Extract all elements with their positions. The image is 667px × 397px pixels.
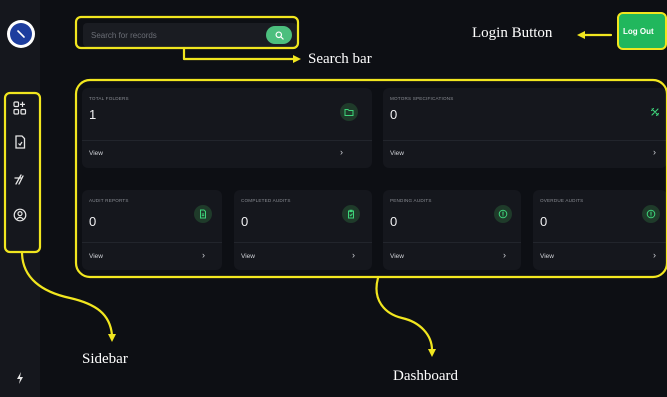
card-completed-audits: COMPLETED AUDITS 0 View › (234, 190, 372, 270)
card-value: 0 (390, 107, 398, 122)
clipboard-check-icon (342, 205, 360, 223)
card-value: 0 (241, 214, 249, 229)
card-view-link[interactable]: View (390, 253, 404, 260)
chevron-right-icon[interactable]: › (352, 250, 355, 260)
annotation-login-button: Login Button (472, 25, 553, 41)
card-label: COMPLETED AUDITS (241, 198, 291, 203)
sidebar-item-profile[interactable] (12, 207, 28, 223)
chevron-right-icon[interactable]: › (653, 147, 656, 157)
compass-icon (10, 23, 32, 45)
card-value: 0 (390, 214, 398, 229)
card-total-folders: TOTAL FOLDERS 1 View › (82, 88, 372, 168)
sidebar (0, 0, 40, 397)
search-bar (83, 23, 297, 47)
annotation-search-bar: Search bar (308, 51, 372, 67)
logout-label: Log Out (623, 26, 654, 36)
search-icon (274, 30, 284, 40)
card-label: OVERDUE AUDITS (540, 198, 584, 203)
search-button[interactable] (266, 26, 292, 44)
app-logo[interactable] (7, 20, 35, 48)
card-view-link[interactable]: View (390, 150, 404, 157)
folder-icon (340, 103, 358, 121)
dashboard-arrow-head (428, 349, 436, 357)
card-overdue-audits: OVERDUE AUDITS 0 View › (533, 190, 667, 270)
chevron-right-icon[interactable]: › (653, 250, 656, 260)
dashboard-grid-icon (13, 101, 27, 115)
card-view-link[interactable]: View (540, 253, 554, 260)
logout-button[interactable]: Log Out (617, 12, 667, 50)
card-label: MOTORS SPECIFICATIONS (390, 96, 454, 101)
card-value: 1 (89, 107, 97, 122)
card-label: AUDIT REPORTS (89, 198, 129, 203)
login-arrow-head (577, 31, 585, 39)
dashboard-arrow-line (375, 276, 434, 352)
alert-circle-icon (642, 205, 660, 223)
card-value: 0 (89, 214, 97, 229)
card-label: PENDING AUDITS (390, 198, 432, 203)
tools-icon (646, 103, 664, 121)
card-view-link[interactable]: View (241, 253, 255, 260)
sidebar-arrow-head (108, 334, 116, 342)
card-view-link[interactable]: View (89, 150, 103, 157)
annotation-sidebar: Sidebar (82, 351, 128, 367)
card-view-link[interactable]: View (89, 253, 103, 260)
sidebar-item-dashboard[interactable] (12, 100, 28, 116)
document-icon (194, 205, 212, 223)
card-label: TOTAL FOLDERS (89, 96, 129, 101)
search-arrow-line (182, 46, 296, 61)
annotation-dashboard: Dashboard (393, 368, 458, 384)
chevron-right-icon[interactable]: › (202, 250, 205, 260)
chevron-right-icon[interactable]: › (503, 250, 506, 260)
sidebar-item-tools[interactable] (12, 171, 28, 187)
user-circle-icon (13, 208, 27, 222)
sidebar-item-reports[interactable] (12, 134, 28, 150)
search-input[interactable] (91, 27, 251, 43)
chevron-right-icon[interactable]: › (340, 147, 343, 157)
tools-icon (14, 174, 24, 185)
sidebar-item-bolt[interactable] (12, 370, 28, 386)
card-value: 0 (540, 214, 548, 229)
alert-circle-icon (494, 205, 512, 223)
card-audit-reports: AUDIT REPORTS 0 View › (82, 190, 222, 270)
card-pending-audits: PENDING AUDITS 0 View › (383, 190, 521, 270)
file-icon (15, 135, 26, 149)
card-motors-specifications: MOTORS SPECIFICATIONS 0 View › (383, 88, 667, 168)
search-arrow-head (293, 55, 301, 63)
lightning-icon (17, 372, 23, 384)
